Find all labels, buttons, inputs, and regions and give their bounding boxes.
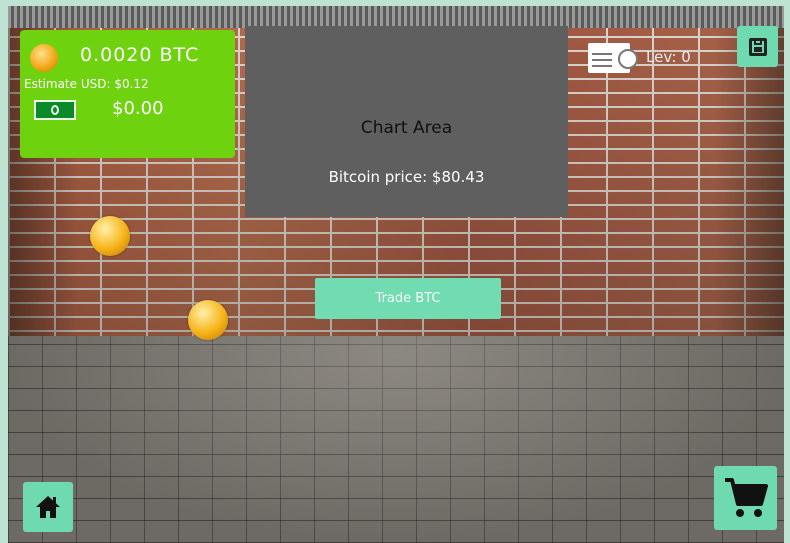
home-icon	[36, 496, 60, 518]
shopping-cart-icon	[724, 478, 768, 517]
save-button[interactable]	[737, 26, 778, 67]
cash-amount: $0.00	[112, 98, 164, 119]
home-button[interactable]	[23, 482, 73, 532]
level-icon	[588, 43, 638, 73]
trade-btc-button[interactable]: Trade BTC	[315, 278, 501, 319]
stone-floor	[8, 336, 784, 543]
save-icon	[748, 37, 767, 56]
game-scene: 0.0020 BTC Estimate USD: $0.12 $0.00 Cha…	[8, 6, 784, 543]
level-text: Lev: 0	[646, 48, 691, 66]
btc-amount: 0.0020 BTC	[80, 44, 200, 66]
usd-estimate: Estimate USD: $0.12	[24, 77, 149, 91]
wallet-panel: 0.0020 BTC Estimate USD: $0.12 $0.00	[20, 30, 235, 158]
wall-shadow-right	[714, 28, 784, 346]
bitcoin-price: Bitcoin price: $80.43	[328, 168, 485, 186]
bitcoin-coin[interactable]	[188, 300, 228, 340]
chart-title: Chart Area	[360, 118, 453, 138]
bitcoin-coin-icon	[30, 44, 58, 72]
bitcoin-coin[interactable]	[90, 216, 130, 256]
cash-icon	[34, 100, 76, 120]
shopping-cart-button[interactable]	[714, 466, 777, 530]
chart-area: Chart Area Bitcoin price: $80.43	[245, 26, 568, 217]
